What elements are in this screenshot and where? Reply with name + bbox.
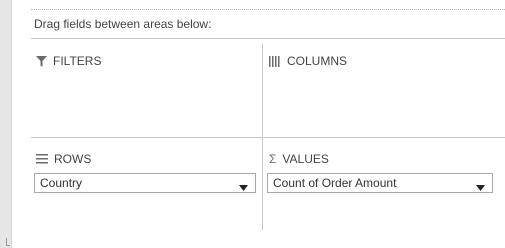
- filters-area-label: FILTERS: [53, 54, 102, 68]
- rows-area-header: ROWS: [36, 152, 91, 166]
- columns-drop-zone[interactable]: [264, 72, 504, 136]
- filter-icon: [36, 55, 47, 67]
- rows-icon: [36, 154, 48, 164]
- drag-fields-instruction: Drag fields between areas below:: [34, 17, 212, 31]
- columns-icon: [269, 55, 281, 67]
- values-area-label: VALUES: [282, 152, 329, 166]
- areas-vertical-divider: [262, 44, 263, 230]
- areas-middle-divider: [31, 137, 505, 138]
- rows-area-label: ROWS: [54, 152, 92, 166]
- sigma-icon: Σ: [269, 152, 277, 166]
- dropdown-caret-icon[interactable]: [476, 180, 485, 194]
- pane-top-divider: [31, 9, 505, 10]
- values-field-count-order-amount[interactable]: Count of Order Amount: [267, 173, 493, 193]
- areas-top-divider: [31, 38, 505, 39]
- rows-field-label: Country: [40, 176, 83, 190]
- columns-area-header: COLUMNS: [269, 54, 347, 68]
- resize-corner-icon: [6, 238, 10, 246]
- pivot-areas-pane: Drag fields between areas below: FILTERS…: [24, 0, 505, 248]
- values-area-header: Σ VALUES: [269, 152, 329, 166]
- dropdown-caret-icon[interactable]: [239, 180, 248, 194]
- filters-drop-zone[interactable]: [31, 72, 260, 136]
- filters-area-header: FILTERS: [36, 54, 101, 68]
- left-scroll-strip: [0, 0, 12, 248]
- columns-area-label: COLUMNS: [287, 54, 348, 68]
- rows-field-country[interactable]: Country: [34, 173, 256, 193]
- values-field-label: Count of Order Amount: [273, 176, 397, 190]
